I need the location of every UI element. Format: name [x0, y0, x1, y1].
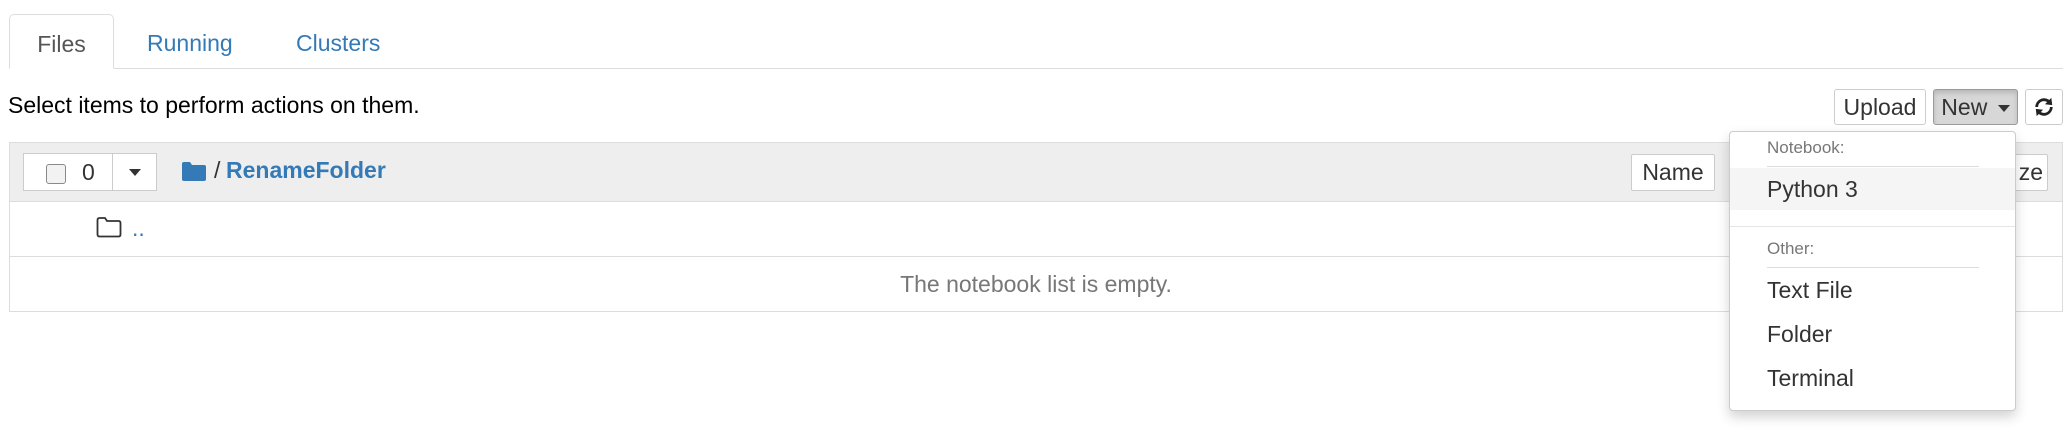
tab-bar: Files Running Clusters: [9, 14, 2063, 69]
menu-item-terminal[interactable]: Terminal: [1730, 357, 2015, 399]
chevron-down-icon: [1997, 105, 2010, 113]
menu-rule: [1767, 166, 1979, 167]
sort-by-size-label: ze: [2018, 159, 2043, 185]
notebook-section-header: Notebook:: [1767, 138, 1845, 157]
new-dropdown-menu: Notebook: Python 3 Other: Text File Fold…: [1729, 131, 2016, 411]
menu-item-folder[interactable]: Folder: [1730, 313, 2015, 355]
select-all-box[interactable]: 0: [23, 153, 113, 191]
refresh-button[interactable]: [2025, 89, 2063, 125]
menu-rule: [1767, 267, 1979, 268]
tab-running[interactable]: Running: [147, 14, 233, 67]
tab-running-label: Running: [147, 30, 233, 56]
breadcrumb-separator: /: [214, 157, 221, 183]
refresh-icon: [2035, 97, 2053, 117]
menu-item-python3[interactable]: Python 3: [1730, 168, 2015, 210]
folder-outline-icon: [96, 217, 122, 238]
tab-clusters-label: Clusters: [296, 30, 381, 56]
selection-hint: Select items to perform actions on them.: [8, 92, 420, 118]
sort-by-name-label: Name: [1642, 159, 1704, 185]
chevron-down-icon: [129, 169, 141, 176]
tab-files-label: Files: [37, 31, 86, 57]
breadcrumb-current-folder[interactable]: RenameFolder: [226, 157, 386, 184]
tab-files[interactable]: Files: [9, 14, 114, 69]
select-menu-button[interactable]: [112, 153, 157, 191]
tab-clusters[interactable]: Clusters: [296, 14, 380, 67]
parent-folder-link[interactable]: ..: [132, 215, 145, 242]
upload-button-label: Upload: [1843, 94, 1917, 120]
selected-count: 0: [82, 159, 95, 185]
new-button[interactable]: New: [1933, 89, 2018, 125]
folder-icon: [182, 162, 206, 181]
other-section-header: Other:: [1767, 239, 1815, 258]
upload-button[interactable]: Upload: [1834, 89, 1926, 125]
menu-divider: [1730, 226, 2015, 227]
new-button-label: New: [1941, 94, 1988, 120]
select-all-checkbox[interactable]: [46, 164, 66, 184]
menu-item-text-file[interactable]: Text File: [1730, 269, 2015, 311]
sort-by-name-button[interactable]: Name: [1631, 154, 1715, 191]
